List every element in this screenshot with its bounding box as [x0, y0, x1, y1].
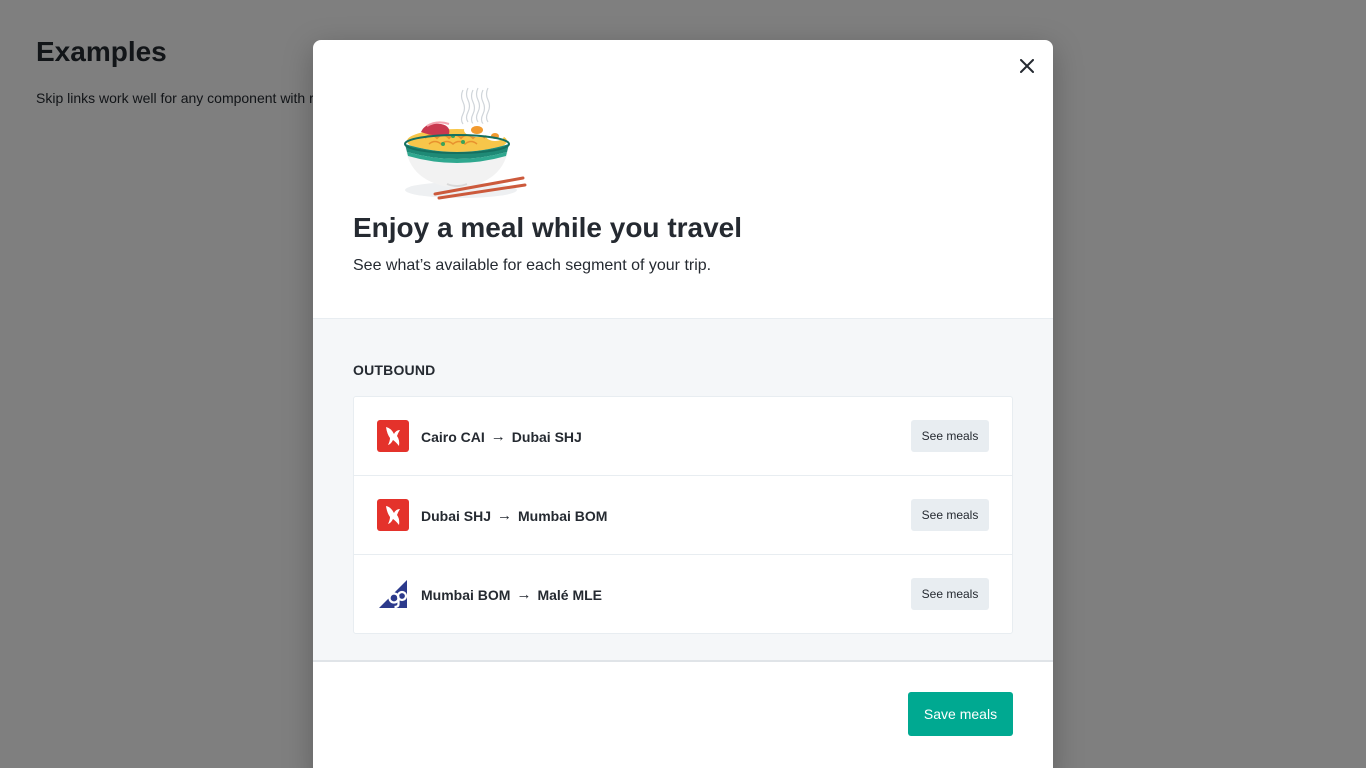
segment-from: Mumbai BOM [421, 586, 511, 603]
segment-from: Dubai SHJ [421, 507, 492, 524]
segment-route: Cairo CAI → Dubai SHJ [421, 428, 582, 445]
see-meals-button[interactable]: See meals [911, 578, 989, 610]
segment-row: Dubai SHJ → Mumbai BOM See meals [354, 476, 1012, 555]
segment-row: Cairo CAI → Dubai SHJ See meals [354, 397, 1012, 476]
meals-modal: Enjoy a meal while you travel See what’s… [313, 40, 1053, 768]
arrow-right-icon: → [497, 507, 513, 524]
air-arabia-icon [377, 420, 409, 452]
see-meals-button[interactable]: See meals [911, 420, 989, 452]
segment-list: Cairo CAI → Dubai SHJ See meals Dubai SH… [353, 396, 1013, 634]
modal-footer: Save meals [313, 660, 1053, 768]
air-arabia-icon [377, 499, 409, 531]
segment-to: Mumbai BOM [518, 507, 608, 524]
goair-logo [377, 578, 409, 610]
outbound-section: OUTBOUND Cairo CAI → Dubai SHJ See meals [313, 318, 1053, 660]
goair-icon [377, 578, 409, 610]
arrow-right-icon: → [490, 428, 506, 445]
see-meals-button[interactable]: See meals [911, 499, 989, 531]
segment-to: Malé MLE [537, 586, 603, 603]
modal-title: Enjoy a meal while you travel [353, 212, 743, 243]
segment-route: Mumbai BOM → Malé MLE [421, 586, 602, 603]
segment-route: Dubai SHJ → Mumbai BOM [421, 507, 607, 524]
segment-to: Dubai SHJ [511, 428, 582, 445]
air-arabia-logo [377, 420, 409, 452]
segment-from: Cairo CAI [421, 428, 485, 445]
section-label-outbound: OUTBOUND [353, 362, 436, 378]
save-meals-button[interactable]: Save meals [908, 692, 1013, 736]
air-arabia-logo [377, 499, 409, 531]
modal-hero: Enjoy a meal while you travel See what’s… [313, 40, 1053, 319]
arrow-right-icon: → [516, 586, 532, 603]
segment-row: Mumbai BOM → Malé MLE See meals [354, 555, 1012, 633]
modal-subtitle: See what’s available for each segment of… [353, 257, 712, 274]
noodle-bowl-illustration [404, 87, 527, 200]
